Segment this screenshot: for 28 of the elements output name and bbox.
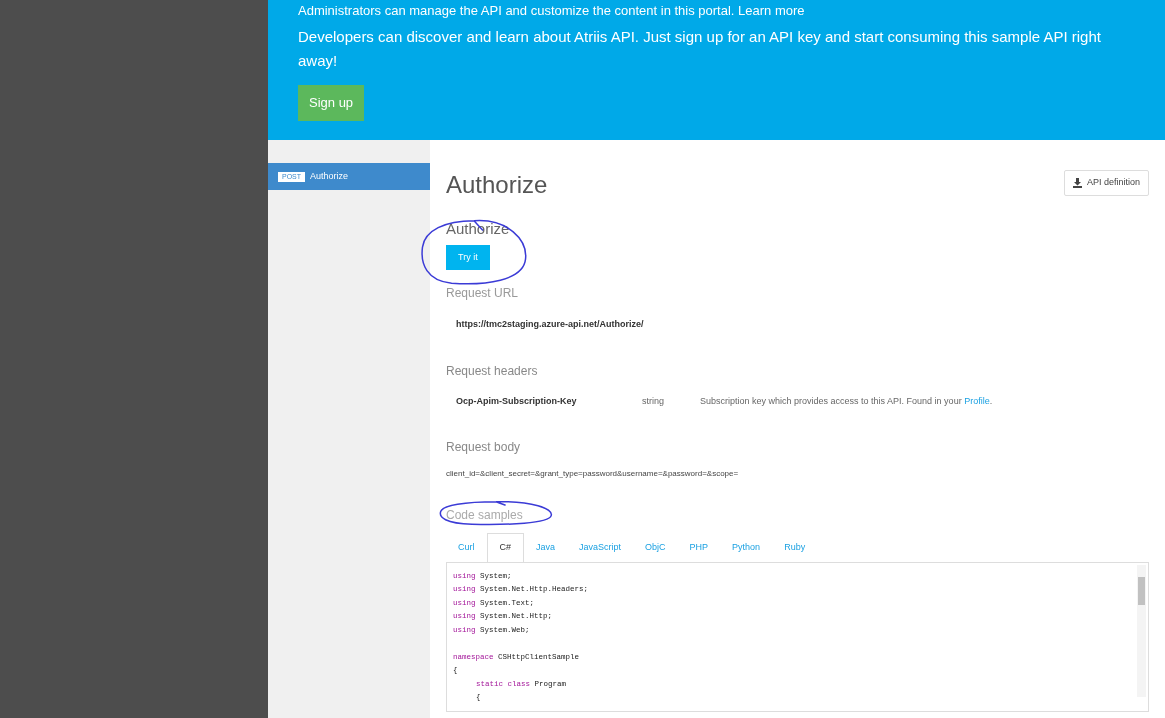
language-tab[interactable]: Curl (446, 533, 487, 562)
request-body: client_id=&client_secret=&grant_type=password&username=&password=&scope= (446, 468, 740, 480)
intro-text: Developers can discover and learn about Atriis API. Just sign up for an API key and start consuming this sample API right away! (298, 27, 1102, 71)
language-tab[interactable]: JavaScript (567, 533, 634, 562)
section-title: Authorize (446, 219, 511, 239)
scrollbar[interactable] (1137, 564, 1146, 697)
api-definition-button[interactable]: API definition (1063, 170, 1149, 196)
header-type: string (642, 394, 665, 408)
admin-text: Administrators can manage the API and customize the content in this portal. Learn more (298, 3, 806, 19)
signup-button[interactable]: Sign up (298, 85, 365, 121)
language-tab[interactable]: C# (486, 533, 525, 562)
language-tab[interactable]: ObjC (633, 533, 678, 562)
header-description: Subscription key which provides access to this API. Found in your Profile. (700, 394, 993, 408)
header-name: Ocp-Apim-Subscription-Key (456, 394, 578, 408)
section-label: Request headers (446, 362, 539, 380)
operation-name: Authorize (310, 169, 349, 183)
profile-link[interactable]: Profile (964, 395, 990, 406)
language-tab[interactable]: PHP (677, 533, 721, 562)
section-label: Request body (446, 439, 522, 456)
operation-title: Authorize (446, 170, 548, 200)
section-label: Request URL (446, 285, 520, 302)
request-url: https://tmc2staging.azure-api.net/Authorize/ (456, 318, 645, 331)
section-label: Code samples (446, 507, 523, 524)
try-it-button[interactable]: Try it (446, 244, 490, 270)
language-tab[interactable]: Ruby (772, 533, 818, 562)
language-tab[interactable]: Java (524, 533, 568, 562)
download-icon (1072, 177, 1082, 188)
language-tab[interactable]: Python (720, 533, 773, 562)
